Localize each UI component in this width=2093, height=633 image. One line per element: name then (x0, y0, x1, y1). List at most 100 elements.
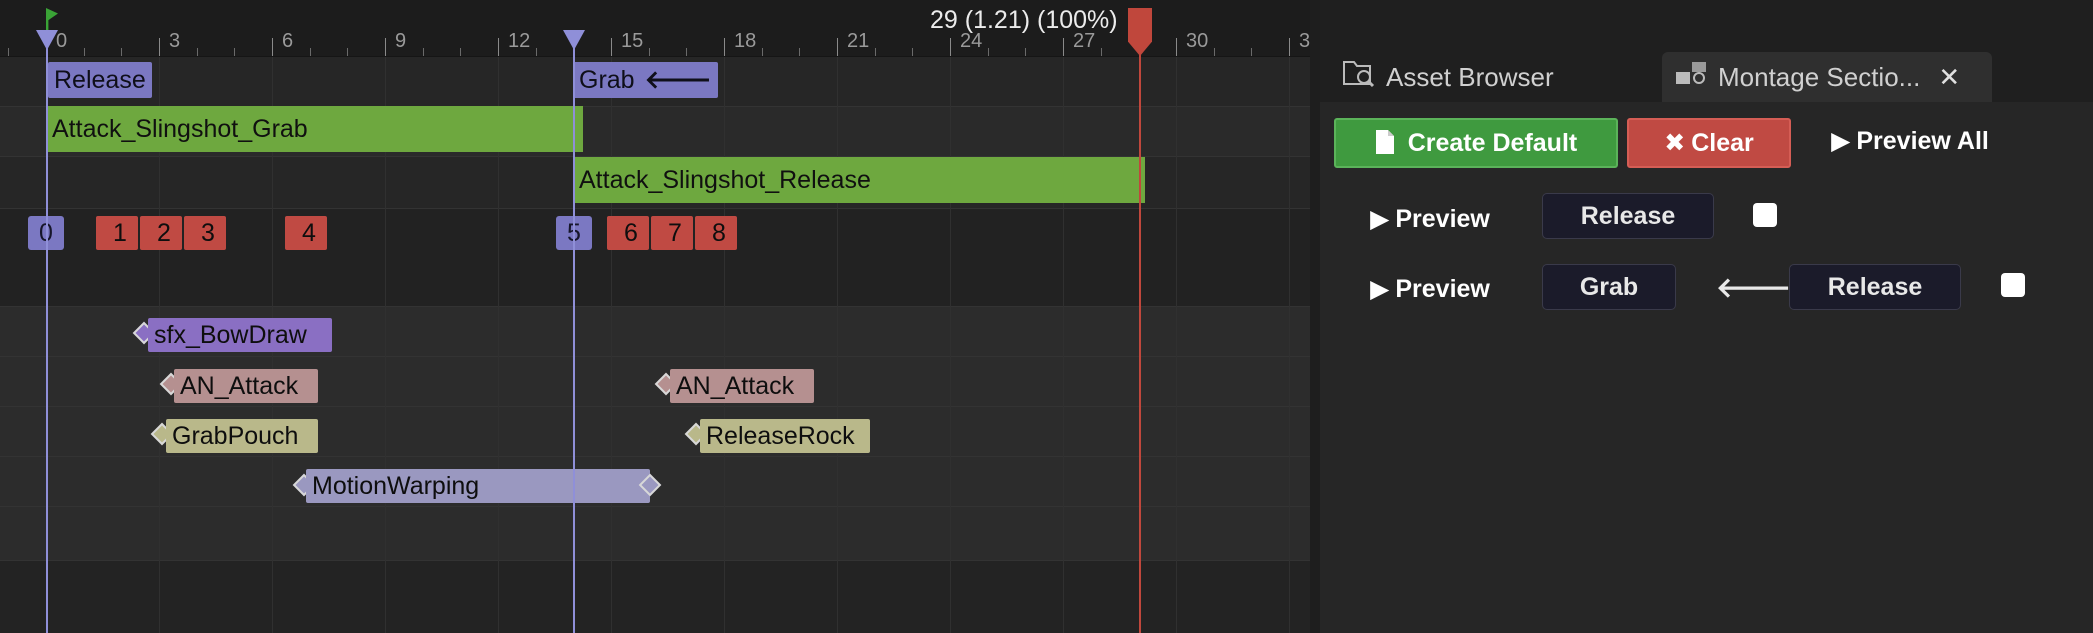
ruler-minor-tick (84, 48, 85, 56)
preview-label: Preview (1395, 205, 1490, 233)
row-divider (0, 406, 1310, 407)
close-icon[interactable]: ✕ (1938, 52, 1960, 102)
grid-line (724, 56, 725, 633)
play-icon: ▶ (1831, 127, 1851, 155)
slot-marker[interactable]: 6 (607, 216, 649, 250)
ruler-tick (950, 38, 951, 56)
ruler-tick (498, 38, 499, 56)
ruler-minor-tick (121, 48, 122, 56)
empty-track (0, 560, 1310, 633)
preview-section-button[interactable]: ▶ Preview (1360, 196, 1500, 242)
ruler-label: 21 (847, 30, 870, 52)
segment-attack-slingshot-release[interactable]: Attack_Slingshot_Release (575, 157, 1145, 203)
notify-releaserock[interactable]: ReleaseRock (700, 419, 870, 453)
grid-line (1176, 56, 1177, 633)
time-ruler[interactable]: 29 (1.21) (100%) 0 3 6 9 12 15 18 21 24 … (0, 0, 1310, 57)
section-pill-release[interactable]: Release (1542, 193, 1714, 239)
slot-marker[interactable]: 2 (140, 216, 182, 250)
montage-sections-body: Create Default ✖ Clear ▶ Preview All ▶ Prev… (1320, 102, 2093, 633)
section-start-marker-icon[interactable] (36, 30, 58, 50)
ruler-minor-tick (347, 48, 348, 56)
section-chip-release[interactable]: Release (48, 62, 152, 98)
ruler-label: 24 (960, 30, 983, 52)
ruler-minor-tick (460, 48, 461, 56)
ruler-minor-tick (310, 48, 311, 56)
ruler-minor-tick (912, 48, 913, 56)
tab-label: Montage Sectio... (1718, 62, 1921, 92)
ruler-minor-tick (8, 48, 9, 56)
preview-all-button[interactable]: ▶ Preview All (1800, 118, 2020, 164)
ruler-label: 30 (1186, 30, 1209, 52)
ruler-minor-tick (799, 48, 800, 56)
notify-label: MotionWarping (312, 472, 480, 500)
ruler-minor-tick (197, 48, 198, 56)
create-default-button[interactable]: Create Default (1334, 118, 1618, 168)
ruler-tick (159, 38, 160, 56)
ruler-tick (1063, 38, 1064, 56)
asset-browser-icon (1342, 54, 1376, 104)
ruler-minor-tick (875, 48, 876, 56)
ruler-minor-tick (649, 48, 650, 56)
ruler-minor-tick (1214, 48, 1215, 56)
preview-label: Preview (1395, 275, 1490, 303)
notify-grabpouch[interactable]: GrabPouch (166, 419, 318, 453)
ruler-tick (611, 38, 612, 56)
clear-label: Clear (1691, 129, 1754, 157)
slot-marker[interactable]: 1 (96, 216, 138, 250)
link-arrow-icon[interactable]: 🡐 (1716, 270, 1791, 304)
slot-marker[interactable]: 7 (651, 216, 693, 250)
slot-marker[interactable]: 4 (285, 216, 327, 250)
notify-an-attack[interactable]: AN_Attack (670, 369, 814, 403)
ruler-tick (837, 38, 838, 56)
row-divider (0, 560, 1310, 561)
ruler-minor-tick (1251, 48, 1252, 56)
clear-button[interactable]: ✖ Clear (1627, 118, 1791, 168)
preview-section-button[interactable]: ▶ Preview (1360, 266, 1500, 312)
montage-timeline[interactable]: 29 (1.21) (100%) 0 3 6 9 12 15 18 21 24 … (0, 0, 1310, 633)
section-start-line (46, 30, 48, 633)
ruler-tick (272, 38, 273, 56)
slot-marker[interactable]: 3 (184, 216, 226, 250)
ruler-label: 3 (169, 30, 181, 52)
section-start-marker-icon[interactable] (563, 30, 585, 50)
loop-checkbox[interactable] (2001, 273, 2025, 297)
notify-motionwarping[interactable]: MotionWarping (306, 469, 650, 503)
details-panel: Asset Browser Montage Sectio... ✕ Create … (1320, 0, 2093, 633)
ruler-label: 18 (734, 30, 757, 52)
row-divider (0, 306, 1310, 307)
tab-montage-sections[interactable]: Montage Sectio... ✕ (1662, 52, 1992, 102)
grid-line (1289, 56, 1290, 633)
grid-line (611, 56, 612, 633)
loop-checkbox[interactable] (1753, 203, 1777, 227)
notify-sfx-bowdraw[interactable]: sfx_BowDraw (148, 318, 332, 352)
ruler-minor-tick (536, 48, 537, 56)
section-start-line (573, 30, 575, 633)
play-icon: ▶ (1370, 205, 1390, 233)
ruler-tick (1289, 38, 1290, 56)
panel-header-strip (1320, 0, 2093, 48)
x-icon: ✖ (1664, 129, 1686, 157)
tab-label: Asset Browser (1386, 62, 1554, 92)
ruler-tick (1176, 38, 1177, 56)
arrow-left-icon: 🡐 (644, 66, 712, 94)
editor-window: 29 (1.21) (100%) 0 3 6 9 12 15 18 21 24 … (0, 0, 2093, 633)
start-flag-icon[interactable] (46, 8, 58, 30)
ruler-minor-tick (423, 48, 424, 56)
ruler-label: 15 (621, 30, 644, 52)
section-pill-release[interactable]: Release (1789, 264, 1961, 310)
ruler-minor-tick (686, 48, 687, 56)
ruler-tick (385, 38, 386, 56)
tab-asset-browser[interactable]: Asset Browser (1330, 52, 1650, 102)
notify-an-attack[interactable]: AN_Attack (174, 369, 318, 403)
section-pill-grab[interactable]: Grab (1542, 264, 1676, 310)
ruler-minor-tick (1025, 48, 1026, 56)
segment-attack-slingshot-grab[interactable]: Attack_Slingshot_Grab (48, 106, 583, 152)
ruler-label: 3 (1299, 30, 1310, 52)
grid-line (1063, 56, 1064, 633)
ruler-label: 12 (508, 30, 531, 52)
grid-line (837, 56, 838, 633)
slot-marker[interactable]: 8 (695, 216, 737, 250)
section-chip-grab[interactable]: Grab 🡐 (573, 62, 718, 98)
ruler-minor-tick (762, 48, 763, 56)
play-icon: ▶ (1370, 275, 1390, 303)
